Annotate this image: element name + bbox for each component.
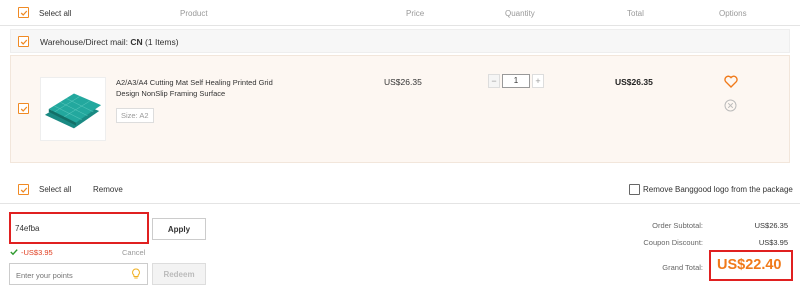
order-subtotal-label: Order Subtotal: — [652, 221, 703, 230]
column-total: Total — [627, 9, 644, 18]
coupon-discount-value: US$3.95 — [758, 238, 788, 247]
warehouse-checkbox[interactable] — [18, 36, 29, 47]
grand-total-box: US$22.40 — [709, 250, 793, 281]
grand-total-value: US$22.40 — [717, 257, 782, 273]
success-check-icon — [10, 249, 18, 256]
warehouse-prefix: Warehouse/Direct mail: — [40, 37, 131, 47]
wishlist-heart-icon[interactable] — [724, 75, 738, 88]
lightbulb-icon[interactable] — [131, 268, 141, 280]
column-options: Options — [719, 9, 747, 18]
product-thumbnail[interactable] — [40, 77, 106, 141]
coupon-input-box — [9, 212, 149, 244]
warehouse-code: CN — [130, 37, 143, 47]
remove-logo-checkbox[interactable] — [629, 184, 640, 195]
grand-total-label: Grand Total: — [662, 263, 703, 272]
item-price: US$26.35 — [384, 77, 422, 87]
column-quantity: Quantity — [505, 9, 535, 18]
check-icon — [20, 187, 27, 193]
points-input[interactable] — [16, 269, 116, 281]
cancel-coupon-link[interactable]: Cancel — [122, 248, 145, 257]
check-icon — [20, 39, 27, 45]
check-icon — [20, 10, 27, 16]
column-price: Price — [406, 9, 425, 18]
bulk-actions-row: Select all Remove Remove Banggood logo f… — [0, 178, 800, 204]
select-all-label-bottom: Select all — [39, 185, 72, 194]
select-all-checkbox-bottom[interactable] — [18, 184, 29, 195]
cutting-mat-image — [44, 93, 102, 129]
quantity-stepper: − 1 + — [488, 74, 544, 88]
coupon-discount: -US$3.95 — [21, 248, 53, 257]
check-icon — [20, 106, 27, 112]
select-all-label-top: Select all — [39, 9, 72, 18]
order-subtotal-value: US$26.35 — [754, 221, 788, 230]
remove-selected-link[interactable]: Remove — [93, 185, 123, 194]
quantity-input[interactable]: 1 — [502, 74, 530, 88]
warehouse-count: (1 Items) — [142, 37, 179, 47]
apply-coupon-button[interactable]: Apply — [152, 218, 206, 240]
quantity-decrease-button[interactable]: − — [488, 74, 500, 88]
quantity-increase-button[interactable]: + — [532, 74, 544, 88]
coupon-discount-label: Coupon Discount: — [643, 238, 703, 247]
item-total: US$26.35 — [615, 77, 653, 87]
remove-logo-label: Remove Banggood logo from the package — [643, 185, 793, 194]
warehouse-label: Warehouse/Direct mail: CN (1 Items) — [40, 37, 179, 47]
product-attribute: Size: A2 — [116, 108, 154, 123]
warehouse-row: Warehouse/Direct mail: CN (1 Items) — [10, 29, 790, 53]
product-name[interactable]: A2/A3/A4 Cutting Mat Self Healing Printe… — [116, 77, 291, 99]
redeem-points-button[interactable]: Redeem — [152, 263, 206, 285]
cart-header: Select all Product Price Quantity Total … — [0, 0, 800, 26]
column-product: Product — [180, 9, 208, 18]
cart-item: A2/A3/A4 Cutting Mat Self Healing Printe… — [10, 55, 790, 163]
points-input-box — [9, 263, 148, 285]
coupon-input[interactable] — [15, 221, 143, 235]
remove-item-icon[interactable] — [724, 99, 737, 112]
select-all-checkbox-top[interactable] — [18, 7, 29, 18]
item-checkbox[interactable] — [18, 103, 29, 114]
